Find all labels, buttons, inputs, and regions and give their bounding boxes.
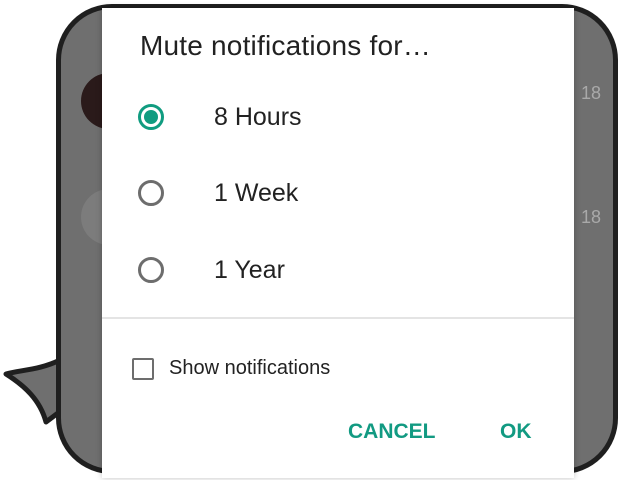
radio-button-selected[interactable] (138, 104, 164, 130)
show-notifications-label: Show notifications (169, 357, 331, 379)
option-label: 1 Year (214, 255, 285, 284)
radio-dot (144, 110, 158, 124)
option-1-week[interactable]: 1 Week (138, 171, 298, 215)
background-timestamp: 18 (580, 207, 601, 227)
mute-notifications-dialog: Mute notifications for… 8 Hours 1 Week 1… (102, 8, 574, 478)
cancel-button[interactable]: CANCEL (348, 420, 436, 444)
option-1-year[interactable]: 1 Year (138, 248, 285, 292)
option-label: 8 Hours (214, 102, 302, 131)
radio-button[interactable] (138, 180, 164, 206)
show-notifications-row[interactable]: Show notifications (132, 357, 330, 380)
dialog-title: Mute notifications for… (140, 30, 431, 61)
show-notifications-checkbox[interactable] (132, 357, 154, 380)
background-timestamp: 18 (580, 83, 601, 103)
radio-button[interactable] (138, 257, 164, 283)
option-label: 1 Week (214, 178, 299, 207)
divider (102, 317, 574, 319)
option-8-hours[interactable]: 8 Hours (138, 95, 302, 139)
ok-button[interactable]: OK (500, 420, 532, 444)
